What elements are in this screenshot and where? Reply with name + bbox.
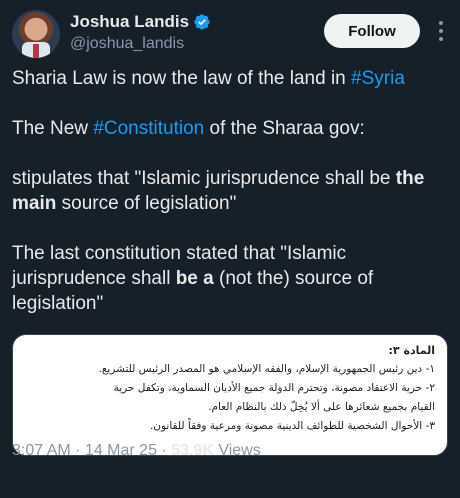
separator: · xyxy=(70,442,85,459)
more-options-icon[interactable] xyxy=(434,18,448,44)
views-label: Views xyxy=(213,442,261,459)
more-dot xyxy=(439,21,443,25)
more-dot xyxy=(439,29,443,33)
text-span: The New xyxy=(12,118,94,139)
constitution-excerpt: المادة ٣: ١- دين رئيس الجمهورية الإسلام،… xyxy=(13,335,447,436)
bold-text: be a xyxy=(175,268,214,289)
timestamp[interactable]: 3:07 AM xyxy=(12,442,71,459)
tweet-paragraph: stipulates that "Islamic jurisprudence s… xyxy=(12,166,452,216)
handle[interactable]: @joshua_landis xyxy=(70,35,211,53)
date[interactable]: 14 Mar 25 xyxy=(85,442,157,459)
article-line: ١- دين رئيس الجمهورية الإسلام، والفقه ال… xyxy=(98,363,435,375)
avatar[interactable] xyxy=(12,10,60,58)
hashtag-constitution[interactable]: #Constitution xyxy=(93,118,204,139)
more-dot xyxy=(439,37,443,41)
tweet-meta: 3:07 AM · 14 Mar 25 · 53.9K Views xyxy=(12,442,261,460)
tweet-paragraph: The last constitution stated that "Islam… xyxy=(12,241,452,316)
name-row: Joshua Landis xyxy=(70,12,211,32)
article-line: ٣- الأحوال الشخصية للطوائف الدينية مصونة… xyxy=(149,420,435,432)
avatar-tie xyxy=(33,44,39,58)
article-title: المادة ٣: xyxy=(388,344,436,357)
article-line: القيام بجميع شعائرها على ألا يُخِلّ ذلك … xyxy=(208,401,435,413)
tweet-header: Joshua Landis @joshua_landis Follow xyxy=(12,10,448,60)
article-line: ٢- حرية الاعتقاد مصونة، وتحترم الدولة جم… xyxy=(113,382,435,394)
text-span: of the Sharaa gov: xyxy=(204,118,365,139)
tweet-paragraph: The New #Constitution of the Sharaa gov: xyxy=(12,116,452,141)
views-count: 53.9K xyxy=(171,442,214,459)
display-name[interactable]: Joshua Landis xyxy=(70,12,189,32)
text-span: source of legislation" xyxy=(56,193,237,214)
author-info: Joshua Landis @joshua_landis xyxy=(70,12,211,53)
tweet-paragraph: Sharia Law is now the law of the land in… xyxy=(12,66,452,91)
text-span: Sharia Law is now the law of the land in xyxy=(12,68,352,89)
follow-button[interactable]: Follow xyxy=(324,14,420,48)
separator: · xyxy=(156,442,172,459)
attached-image[interactable]: المادة ٣: ١- دين رئيس الجمهورية الإسلام،… xyxy=(12,334,448,456)
tweet-text: Sharia Law is now the law of the land in… xyxy=(12,66,452,341)
text-span: stipulates that "Islamic jurisprudence s… xyxy=(12,168,396,189)
hashtag-syria[interactable]: #Syria xyxy=(351,68,405,89)
verified-badge-icon xyxy=(194,14,210,30)
